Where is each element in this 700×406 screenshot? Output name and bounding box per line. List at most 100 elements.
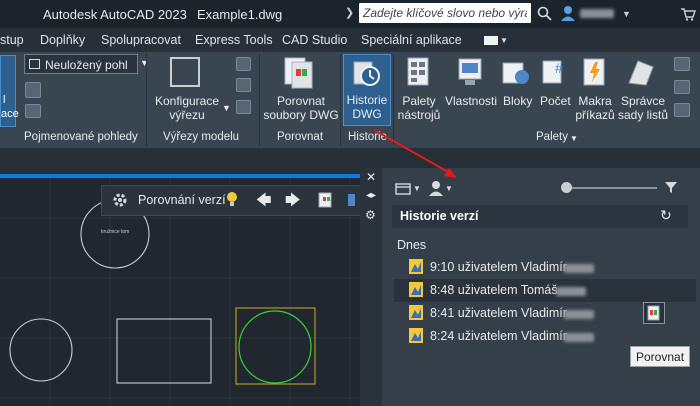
user-filter-chevron-icon[interactable]: ▼ — [445, 184, 453, 193]
user-name-blurred — [580, 9, 614, 18]
palette-autohide-icon[interactable]: ◂▸ — [366, 190, 376, 201]
palette-settings-icon[interactable]: ⚙ — [365, 208, 376, 222]
blurred-surname — [556, 287, 586, 296]
toolbar-cut-icon[interactable] — [348, 194, 355, 206]
sheet-set-manager-button[interactable]: Správce sady listů — [614, 94, 672, 122]
previous-arrow-icon[interactable]: 🡄 — [256, 190, 272, 215]
tab-doplnky[interactable]: Doplňky — [40, 33, 85, 47]
section-today: Dnes — [397, 238, 427, 252]
history-entry-text: 9:10 uživatelem Vladimír — [430, 260, 567, 274]
viewport-named-icon[interactable] — [236, 57, 251, 71]
tool-palettes-button[interactable]: Palety nástrojů — [396, 94, 442, 122]
blocks-icon[interactable] — [501, 57, 531, 87]
history-palette-title: Historie verzí — [400, 209, 479, 223]
zoom-slider-handle[interactable] — [561, 182, 572, 193]
view-options-chevron-icon[interactable]: ▼ — [413, 184, 421, 193]
history-entry-text: 8:48 uživatelem Tomáš — [430, 283, 558, 297]
history-label-2: DWG — [352, 107, 382, 121]
dwg-file-icon — [409, 328, 423, 343]
cut-off-label-2: ace — [1, 108, 19, 120]
search-input[interactable] — [363, 4, 527, 21]
count-button[interactable]: Počet — [540, 94, 571, 108]
tab-vystup[interactable]: stup — [0, 33, 24, 47]
sheet-set-manager-icon[interactable] — [626, 57, 656, 87]
compare-entry-button[interactable] — [643, 302, 665, 324]
view-options-icon[interactable] — [395, 181, 415, 195]
palettes-group-chevron-icon[interactable]: ▼ — [570, 134, 578, 143]
history-entry[interactable]: 8:24 uživatelem Vladimír — [394, 325, 696, 348]
blurred-surname — [564, 264, 594, 273]
compare-dwg-icon[interactable] — [284, 57, 314, 89]
ribbon-separator — [259, 54, 260, 146]
viewport-config-icon[interactable] — [170, 57, 200, 87]
search-box[interactable] — [359, 3, 531, 23]
history-entry[interactable]: 9:10 uživatelem Vladimír — [394, 256, 696, 279]
zoom-slider-track[interactable] — [567, 187, 657, 189]
group-label-viewports: Výřezy modelu — [163, 131, 240, 143]
viewport-restore-icon[interactable] — [236, 100, 251, 114]
user-menu-chevron-icon[interactable]: ▼ — [622, 9, 631, 19]
history-entry[interactable]: 8:41 uživatelem Vladimír — [394, 302, 696, 325]
palette-small-icon-2[interactable] — [674, 80, 690, 94]
properties-button[interactable]: Vlastnosti — [445, 94, 497, 108]
group-label-palettes: Palety — [536, 131, 568, 143]
tab-cad-studio[interactable]: CAD Studio — [282, 33, 347, 47]
history-entry-text: 8:24 uživatelem Vladimír — [430, 329, 567, 343]
tab-overflow-icon[interactable] — [484, 36, 498, 45]
title-bar: Autodesk AutoCAD 2023 Example1.dwg ❯ ▼ — [0, 0, 700, 28]
circle-left — [9, 318, 73, 382]
compare-dwg-button[interactable]: Porovnat soubory DWG — [262, 94, 340, 122]
search-expand-icon[interactable]: ❯ — [345, 6, 354, 19]
history-entry-text: 8:41 uživatelem Vladimír — [430, 306, 567, 320]
view-manager-icon[interactable] — [25, 82, 41, 98]
lightbulb-icon[interactable] — [226, 191, 238, 208]
history-entry-selected[interactable]: 8:48 uživatelem Tomáš — [394, 279, 696, 302]
tab-express-tools[interactable]: Express Tools — [195, 33, 273, 47]
dwg-file-icon — [409, 282, 423, 297]
count-icon[interactable]: # — [541, 57, 569, 87]
user-icon[interactable] — [560, 5, 576, 22]
cut-off-ribbon-button[interactable]: l ace — [0, 55, 19, 127]
cart-icon[interactable] — [680, 7, 696, 21]
palette-side-strip: ✕ ◂▸ ⚙ — [360, 168, 382, 406]
named-view-dropdown[interactable]: Neuložený pohl — [24, 54, 138, 74]
action-macros-icon[interactable] — [581, 57, 609, 87]
compare-export-icon[interactable] — [318, 191, 334, 209]
view-frame-icon — [29, 59, 40, 69]
search-icon[interactable] — [537, 6, 552, 21]
compare-toolbar: Porovnání verzí 🡄 🡆 — [101, 185, 361, 216]
ribbon-separator — [393, 54, 394, 146]
tool-palettes-icon[interactable] — [406, 57, 432, 87]
filter-icon[interactable] — [664, 181, 678, 194]
view-restore-icon[interactable] — [25, 104, 41, 118]
tab-spolupracovat[interactable]: Spolupracovat — [101, 33, 181, 47]
gear-icon[interactable] — [112, 192, 128, 208]
palette-small-icon-1[interactable] — [674, 57, 690, 71]
history-label-1: Historie — [346, 93, 388, 107]
named-view-chevron-icon[interactable]: ▼ — [140, 58, 149, 68]
palette-close-icon[interactable]: ✕ — [366, 170, 376, 184]
file-name: Example1.dwg — [197, 7, 283, 22]
tab-specialni-aplikace[interactable]: Speciální aplikace — [361, 33, 462, 47]
refresh-icon[interactable]: ↻ — [660, 207, 672, 224]
palette-small-icon-3[interactable] — [674, 103, 690, 117]
blurred-surname — [564, 310, 594, 319]
action-macros-button[interactable]: Makra příkazů — [573, 94, 617, 122]
yellow-square — [235, 307, 316, 385]
dwg-history-button[interactable]: Historie DWG — [343, 54, 391, 126]
svg-text:#: # — [555, 60, 563, 76]
properties-icon[interactable] — [456, 57, 484, 87]
named-view-value: Neuložený pohl — [45, 58, 128, 72]
group-label-named-views: Pojmenované pohledy — [24, 131, 138, 143]
tab-overflow-chevron-icon[interactable]: ▼ — [500, 36, 508, 45]
blocks-button[interactable]: Bloky — [503, 94, 532, 108]
viewport-join-icon[interactable] — [236, 78, 251, 92]
ribbon-separator — [146, 54, 147, 146]
user-filter-icon[interactable] — [428, 180, 444, 196]
viewport-config-button[interactable]: Konfigurace výřezu — [148, 94, 226, 122]
next-arrow-icon[interactable]: 🡆 — [285, 190, 301, 215]
viewport-config-chevron-icon[interactable]: ▼ — [222, 103, 231, 113]
ribbon-separator — [340, 54, 341, 146]
dwg-file-icon — [409, 259, 423, 274]
cut-off-label-1: l — [3, 94, 6, 106]
